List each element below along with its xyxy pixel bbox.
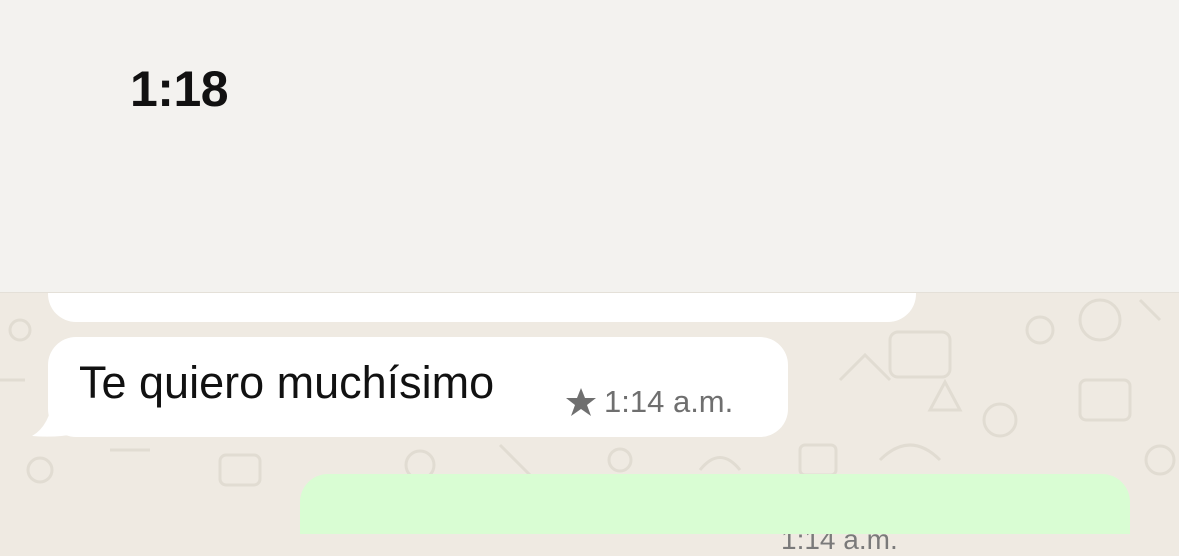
message-time: 1:14 a.m. bbox=[604, 384, 734, 419]
partial-message-bubble[interactable]: 1:14 a.m. bbox=[48, 250, 916, 555]
cellular-signal-icon bbox=[845, 70, 903, 106]
wifi-icon bbox=[925, 67, 983, 106]
voice-call-button[interactable] bbox=[1025, 188, 1105, 260]
chat-header: 1:18 54 5 Gabriel Saucedo Papa bbox=[0, 0, 1179, 292]
battery-icon: 54 bbox=[998, 68, 1082, 108]
contact-name[interactable]: Gabriel Saucedo Papa bbox=[322, 199, 797, 251]
battery-level: 54 bbox=[1019, 72, 1053, 104]
status-time: 1:18 bbox=[130, 61, 229, 117]
header-divider bbox=[0, 292, 1179, 293]
star-icon bbox=[566, 388, 596, 416]
bed-icon bbox=[240, 72, 294, 106]
battery-body: 54 bbox=[998, 68, 1074, 108]
battery-tip bbox=[1077, 81, 1082, 95]
phone-icon bbox=[1034, 193, 1101, 259]
chevron-left-icon bbox=[29, 201, 61, 253]
outgoing-message-bubble[interactable] bbox=[300, 474, 1130, 534]
unread-count: 5 bbox=[94, 205, 117, 249]
message-text: Te quiero muchísimo bbox=[79, 357, 495, 408]
